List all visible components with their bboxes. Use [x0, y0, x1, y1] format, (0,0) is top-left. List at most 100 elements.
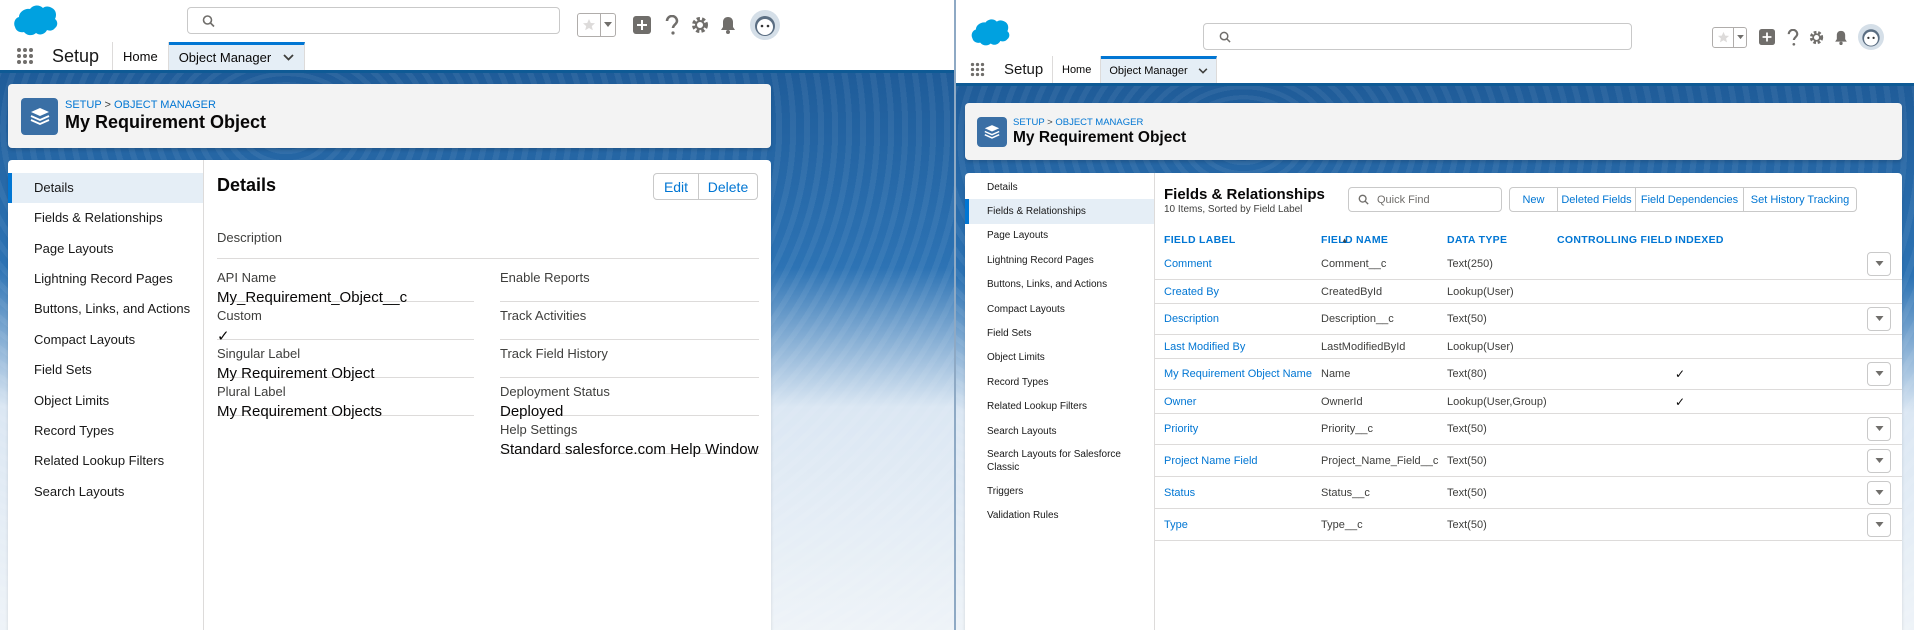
- avatar[interactable]: [750, 10, 780, 40]
- sidebar-item-details[interactable]: Details: [965, 175, 1154, 199]
- field-label-link[interactable]: Type: [1164, 509, 1188, 540]
- sidebar-item-record-types[interactable]: Record Types: [965, 370, 1154, 394]
- sidebar-item-field-sets[interactable]: Field Sets: [8, 355, 203, 385]
- quick-find-input[interactable]: Quick Find: [1348, 187, 1502, 212]
- column-indexed[interactable]: INDEXED: [1675, 234, 1724, 246]
- row-actions-button[interactable]: [1867, 307, 1891, 331]
- bell-icon[interactable]: [1834, 30, 1848, 45]
- tab-object-manager-label: Object Manager: [178, 50, 272, 65]
- sidebar-item-search-layouts-for-salesforce-classic[interactable]: Search Layouts for Salesforce Classic: [965, 443, 1154, 479]
- sidebar-item-related-lookup-filters[interactable]: Related Lookup Filters: [8, 447, 203, 477]
- sidebar-item-buttons-links-and-actions[interactable]: Buttons, Links, and Actions: [8, 295, 203, 325]
- object-title: My Requirement Object: [1013, 128, 1187, 146]
- sidebar-item-page-layouts[interactable]: Page Layouts: [8, 234, 203, 264]
- column-field-name[interactable]: FIELD NAME: [1321, 234, 1388, 246]
- sidebar-item-fields-relationships[interactable]: Fields & Relationships: [965, 199, 1154, 224]
- field-value: My Requirement Objects: [217, 403, 383, 420]
- row-actions-button[interactable]: [1867, 512, 1891, 537]
- bell-icon[interactable]: [720, 16, 736, 34]
- global-search-input[interactable]: [187, 7, 560, 34]
- sidebar-item-object-limits[interactable]: Object Limits: [8, 386, 203, 416]
- breadcrumb-object-manager[interactable]: OBJECT MANAGER: [1055, 117, 1143, 128]
- field-api-name: CreatedById: [1321, 285, 1383, 298]
- edit-button[interactable]: Edit: [654, 174, 698, 199]
- field-api-name: OwnerId: [1321, 395, 1363, 408]
- field-label-link[interactable]: Status: [1164, 477, 1195, 508]
- sidebar-item-fields-relationships[interactable]: Fields & Relationships: [8, 203, 203, 233]
- plus-icon[interactable]: [1759, 29, 1775, 45]
- sidebar-item-details[interactable]: Details: [8, 173, 203, 204]
- sidebar-item-buttons-links-and-actions[interactable]: Buttons, Links, and Actions: [965, 273, 1154, 297]
- deleted-fields-button[interactable]: Deleted Fields: [1557, 188, 1635, 211]
- field-label-link[interactable]: Owner: [1164, 390, 1196, 413]
- sidebar-item-search-layouts[interactable]: Search Layouts: [8, 477, 203, 507]
- sidebar-item-record-types[interactable]: Record Types: [8, 416, 203, 446]
- field-label-link[interactable]: Last Modified By: [1164, 335, 1245, 358]
- sidebar-item-compact-layouts[interactable]: Compact Layouts: [965, 297, 1154, 321]
- chevron-down-icon: [604, 22, 612, 27]
- app-launcher[interactable]: [0, 42, 50, 70]
- utility-icons: [1712, 12, 1884, 62]
- waffle-icon: [970, 62, 984, 77]
- field-label-link[interactable]: Created By: [1164, 280, 1219, 303]
- row-actions-button[interactable]: [1867, 448, 1891, 473]
- gear-icon[interactable]: [691, 16, 709, 34]
- row-actions-button[interactable]: [1867, 362, 1891, 386]
- layers-icon: [30, 108, 49, 125]
- gear-icon[interactable]: [1809, 30, 1824, 45]
- new-button[interactable]: New: [1510, 188, 1557, 211]
- global-search-input[interactable]: [1203, 23, 1632, 50]
- sidebar-item-lightning-record-pages[interactable]: Lightning Record Pages: [965, 248, 1154, 272]
- sidebar-item-compact-layouts[interactable]: Compact Layouts: [8, 325, 203, 355]
- tab-home[interactable]: Home: [113, 42, 169, 70]
- help-icon[interactable]: [1787, 28, 1799, 46]
- sidebar-item-lightning-record-pages[interactable]: Lightning Record Pages: [8, 264, 203, 294]
- field-help-settings: Help Settings Standard salesforce.com He…: [500, 422, 759, 458]
- salesforce-cloud-logo[interactable]: [10, 4, 58, 38]
- breadcrumb-setup[interactable]: SETUP: [65, 99, 101, 111]
- salesforce-cloud-logo[interactable]: [968, 18, 1010, 48]
- chevron-down-icon: [1875, 261, 1883, 266]
- chevron-down-icon: [1875, 426, 1883, 431]
- delete-button[interactable]: Delete: [698, 174, 757, 199]
- row-actions-button[interactable]: [1867, 417, 1891, 441]
- sidebar-item-validation-rules[interactable]: Validation Rules: [965, 504, 1154, 528]
- tab-object-manager[interactable]: Object Manager: [168, 42, 306, 70]
- object-sidenav: Details Fields & Relationships Page Layout…: [8, 160, 204, 630]
- set-history-tracking-button[interactable]: Set History Tracking: [1743, 188, 1856, 211]
- favorites-button[interactable]: [1712, 26, 1747, 48]
- sidebar-item-object-limits[interactable]: Object Limits: [965, 346, 1154, 370]
- field-label: API Name: [217, 270, 277, 285]
- breadcrumb-object-manager[interactable]: OBJECT MANAGER: [114, 99, 216, 111]
- star-icon: [1717, 31, 1729, 42]
- sidebar-item-related-lookup-filters[interactable]: Related Lookup Filters: [965, 395, 1154, 419]
- help-icon[interactable]: [665, 15, 679, 35]
- column-controlling-field[interactable]: CONTROLLING FIELD: [1557, 234, 1672, 246]
- plus-icon[interactable]: [633, 16, 651, 34]
- sidebar-item-field-sets[interactable]: Field Sets: [965, 321, 1154, 345]
- chevron-down-icon[interactable]: [283, 54, 294, 61]
- favorites-button[interactable]: [577, 13, 616, 37]
- field-label-link[interactable]: Priority: [1164, 414, 1198, 444]
- app-launcher[interactable]: [956, 56, 998, 83]
- row-actions-button[interactable]: [1867, 252, 1891, 276]
- breadcrumb-setup[interactable]: SETUP: [1013, 117, 1045, 128]
- column-data-type[interactable]: DATA TYPE: [1447, 234, 1507, 246]
- field-label-link[interactable]: Project Name Field: [1164, 445, 1258, 476]
- sidebar-item-triggers[interactable]: Triggers: [965, 479, 1154, 503]
- tab-object-manager[interactable]: Object Manager: [1101, 56, 1217, 83]
- object-icon: [977, 116, 1007, 147]
- field-label-link[interactable]: My Requirement Object Name: [1164, 359, 1312, 389]
- checkmark-icon: ✓: [217, 328, 230, 345]
- row-actions-button[interactable]: [1867, 480, 1891, 505]
- field-dependencies-button[interactable]: Field Dependencies: [1635, 188, 1743, 211]
- sidebar-item-page-layouts[interactable]: Page Layouts: [965, 224, 1154, 248]
- field-label-link[interactable]: Description: [1164, 304, 1219, 334]
- table-row: My Requirement Object Name Name Text(80) ✓: [1155, 359, 1902, 390]
- sidebar-item-search-layouts[interactable]: Search Layouts: [965, 419, 1154, 443]
- avatar[interactable]: [1858, 24, 1884, 50]
- tab-home[interactable]: Home: [1053, 56, 1102, 83]
- chevron-down-icon[interactable]: [1198, 68, 1208, 74]
- field-label-link[interactable]: Comment: [1164, 249, 1212, 279]
- object-header: SETUP > OBJECT MANAGER My Requirement Ob…: [965, 103, 1902, 160]
